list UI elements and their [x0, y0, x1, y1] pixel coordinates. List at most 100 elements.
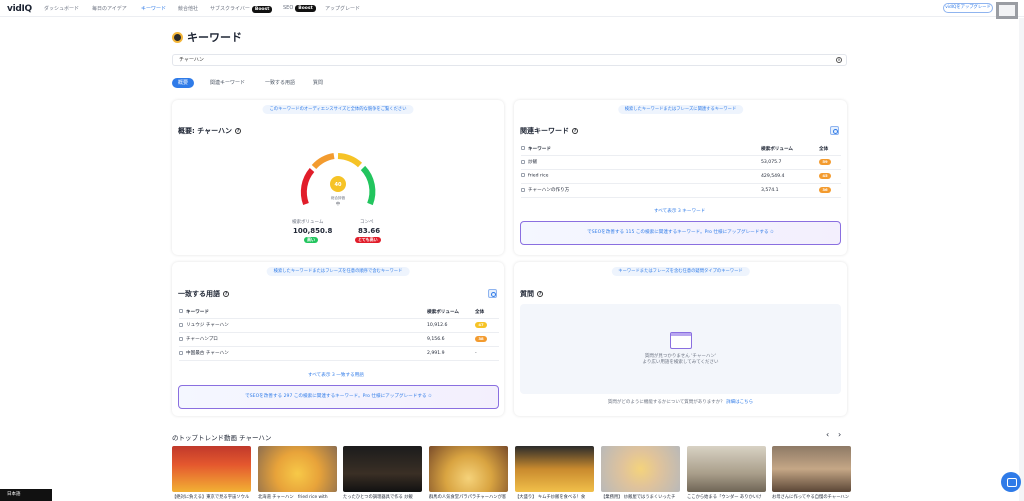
- volume-label: 検索ボリューム: [292, 220, 324, 225]
- trending-title: のトップトレンド動画 チャーハン: [172, 434, 272, 442]
- col-volume[interactable]: 検索ボリューム: [761, 143, 819, 156]
- video-thumbnail[interactable]: [343, 446, 422, 492]
- chevron-left-icon[interactable]: ‹: [826, 430, 829, 439]
- gauge-green-segment: [360, 165, 376, 206]
- help-icon[interactable]: ?: [235, 128, 242, 134]
- questions-empty-panel: 質問が見つかりません 'チャーハン' より広い用語を検索してみてください: [520, 304, 841, 394]
- table-row[interactable]: fried rice 429,549.4 45: [521, 169, 841, 184]
- nav-upgrade[interactable]: アップグレード: [325, 5, 360, 12]
- language-selector[interactable]: 日本語: [0, 489, 52, 501]
- help-icon[interactable]: ?: [572, 128, 578, 134]
- window-control-inner: [999, 5, 1015, 16]
- table-row[interactable]: 中国最古 チャーハン 2,991.9 -: [179, 346, 499, 361]
- clear-icon[interactable]: ×: [836, 57, 842, 63]
- row-checkbox[interactable]: [521, 173, 525, 178]
- nav-competitors[interactable]: 競合他社: [178, 5, 198, 12]
- row-checkbox[interactable]: [179, 336, 183, 341]
- video-caption[interactable]: 【絶対に負える】東京で見る宇宙ソウル: [172, 494, 251, 500]
- video-thumbnail[interactable]: [772, 446, 851, 492]
- row-volume: 9,156.6: [427, 332, 475, 347]
- table-row[interactable]: チャーハンプロ 9,156.6 38: [179, 332, 499, 347]
- table-row[interactable]: チャーハンの作り方 3,574.1 36: [521, 183, 841, 198]
- keyword-coin-icon: [172, 31, 183, 43]
- vidiq-logo[interactable]: vidIQ: [7, 4, 32, 14]
- related-upgrade-banner[interactable]: でSEOを改善する 115 この検索に関連するキーワード。Pro 仕様にアップグ…: [520, 221, 841, 245]
- matching-options-button[interactable]: [488, 289, 497, 298]
- video-thumbnail[interactable]: [601, 446, 680, 492]
- nav-keywords[interactable]: キーワード: [141, 5, 166, 12]
- gauge-score-level: 中: [336, 200, 340, 206]
- row-checkbox[interactable]: [521, 187, 525, 192]
- video-caption[interactable]: 【大盛り】 キムチ炒飯を食べる！食: [515, 494, 594, 500]
- overview-title-text: 概要: チャーハン: [178, 127, 233, 135]
- empty-browser-icon: [670, 332, 692, 349]
- row-score: 36: [819, 187, 831, 193]
- learn-more-link[interactable]: 詳細はこちら: [726, 400, 753, 405]
- empty-hint: より広い用語を検索してみてください: [642, 360, 719, 365]
- questions-info-pill: キーワードまたはフレーズを含む任意の疑問タイプのキーワード: [611, 267, 750, 276]
- chevron-right-icon[interactable]: ›: [838, 430, 841, 439]
- video-caption[interactable]: たったひとつの調理器具で作る 炒飯: [343, 494, 422, 500]
- row-checkbox[interactable]: [179, 322, 183, 327]
- row-keyword: チャーハンの作り方: [528, 188, 570, 193]
- overview-title: 概要: チャーハン ?: [178, 126, 242, 136]
- video-caption[interactable]: 北海道 チャーハン fried rice with: [258, 494, 337, 500]
- overview-card: このキーワードのオーディエンスサイズと全体的な競争をご覧ください 概要: チャー…: [172, 100, 504, 255]
- row-volume: 2,991.9: [427, 346, 475, 361]
- page-title: キーワード: [172, 29, 242, 45]
- chat-icon[interactable]: [1001, 472, 1021, 492]
- nav-daily-ideas[interactable]: 毎日のアイデア: [92, 5, 127, 12]
- help-icon[interactable]: ?: [223, 291, 229, 297]
- row-checkbox[interactable]: [179, 350, 183, 355]
- video-thumbnail[interactable]: [515, 446, 594, 492]
- video-caption[interactable]: 【業務用】 炒飯屋ではうまくいったチ: [601, 494, 680, 500]
- video-caption[interactable]: 群馬の人気食堂パラパラチャーハンが客: [429, 494, 508, 500]
- matching-see-all-link[interactable]: すべて表示 3 一致する用語: [308, 372, 364, 378]
- keyword-search-input[interactable]: チャーハン ×: [172, 54, 847, 66]
- row-score: -: [475, 350, 477, 356]
- select-all-checkbox[interactable]: [521, 146, 525, 151]
- row-score: 59: [819, 159, 831, 165]
- video-thumbnail[interactable]: [172, 446, 251, 492]
- questions-title-text: 質問: [520, 290, 534, 298]
- row-keyword: 中国最古 チャーハン: [186, 351, 229, 356]
- video-caption[interactable]: ここから始まる「ウンダー ありかいけ: [687, 494, 766, 500]
- video-caption[interactable]: お母さんに作ってやる自慢のチャーハン: [772, 494, 851, 500]
- select-all-checkbox[interactable]: [179, 309, 183, 314]
- video-thumbnail[interactable]: [429, 446, 508, 492]
- col-keyword-label: キーワード: [186, 309, 209, 315]
- matching-terms-table: キーワード 検索ボリューム 全体 リュウジ チャーハン 10,912.6 47 …: [179, 306, 499, 361]
- questions-footer-text: 質問がどのように機能するかについて質問がありますか？: [607, 400, 725, 405]
- row-volume: 10,912.6: [427, 318, 475, 333]
- row-volume: 429,549.4: [761, 169, 819, 184]
- tab-related-keywords[interactable]: 関連キーワード: [204, 78, 251, 88]
- col-total[interactable]: 全体: [475, 306, 499, 319]
- col-total[interactable]: 全体: [819, 143, 841, 156]
- nav-seo[interactable]: SEO Boost: [283, 5, 316, 12]
- nav-seo-label: SEO: [283, 5, 294, 11]
- page-scrollbar[interactable]: [1019, 18, 1024, 501]
- matching-upgrade-banner[interactable]: でSEOを改善する 297 この検索に関連するキーワード。Pro 仕様にアップグ…: [178, 385, 499, 409]
- nav-subscribers[interactable]: サブスクライバー Boost: [210, 5, 273, 13]
- col-volume[interactable]: 検索ボリューム: [427, 306, 475, 319]
- matching-title: 一致する用語 ?: [178, 289, 229, 299]
- video-thumbnail[interactable]: [258, 446, 337, 492]
- related-keywords-card: 検索したキーワードまたはフレーズに関連するキーワード 関連キーワード ? キーワ…: [514, 100, 847, 255]
- tab-overview[interactable]: 概要: [172, 78, 195, 88]
- video-thumbnail[interactable]: [687, 446, 766, 492]
- tab-questions[interactable]: 質問: [307, 78, 329, 88]
- related-options-button[interactable]: [830, 126, 839, 135]
- help-icon[interactable]: ?: [537, 291, 543, 297]
- upgrade-pill-button[interactable]: vidIQをアップグレード: [943, 3, 993, 13]
- competition-value: 83.66: [358, 227, 381, 235]
- nav-dashboard[interactable]: ダッシュボード: [44, 5, 79, 12]
- table-row[interactable]: 炒飯 53,075.7 59: [521, 155, 841, 170]
- page-title-text: キーワード: [187, 31, 242, 44]
- col-keyword: キーワード: [521, 143, 761, 156]
- matching-terms-card: 検索したキーワードまたはフレーズを任意の順序で含むキーワード 一致する用語 ? …: [172, 262, 504, 416]
- tab-matching-terms[interactable]: 一致する用語: [259, 78, 301, 88]
- related-see-all-link[interactable]: すべて表示 3 キーワード: [654, 208, 705, 214]
- table-row[interactable]: リュウジ チャーハン 10,912.6 47: [179, 318, 499, 333]
- gauge-yellow-segment: [337, 153, 363, 168]
- row-checkbox[interactable]: [521, 159, 525, 164]
